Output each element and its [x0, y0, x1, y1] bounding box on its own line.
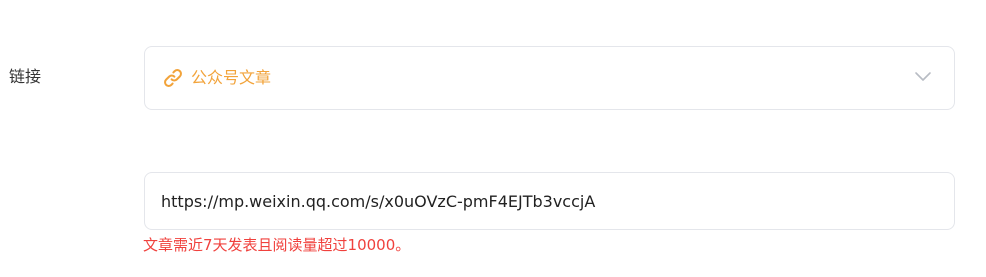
link-type-select[interactable]: 公众号文章: [144, 46, 955, 110]
link-icon: [164, 69, 182, 87]
validation-error-message: 文章需近7天发表且阅读量超过10000。: [143, 236, 411, 254]
url-input[interactable]: [144, 172, 955, 230]
selected-link-type: 公众号文章: [191, 68, 272, 87]
chevron-down-icon[interactable]: [914, 71, 932, 83]
link-label: 链接: [9, 67, 42, 86]
